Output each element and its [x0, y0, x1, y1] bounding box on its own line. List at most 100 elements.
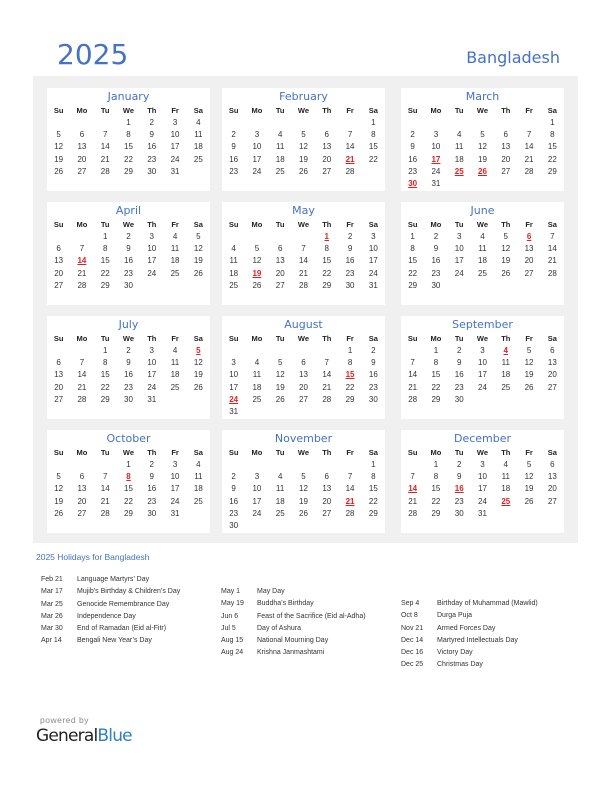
day-cell: 16 [229, 154, 239, 164]
brand-general: General [36, 726, 98, 746]
holiday-date: Mar 30 [41, 625, 63, 633]
day-cell: 24 [170, 496, 180, 506]
holiday-date: Nov 21 [401, 624, 424, 632]
day-cell: 22 [431, 496, 441, 506]
weekday-label: Mo [251, 448, 263, 457]
holiday-date: Aug 15 [221, 637, 244, 645]
day-cell: 18 [501, 484, 511, 494]
holiday-list-item: Feb 21 Language Martyrs’ Day [41, 574, 180, 586]
day-cell: 23 [454, 382, 464, 392]
day-cell: 7 [526, 130, 532, 140]
day-cell: 11 [194, 130, 203, 140]
day-cell: 4 [503, 460, 508, 469]
weekday-label: Mo [76, 220, 88, 229]
day-cell: 14 [299, 256, 308, 266]
empty-day-cell [292, 459, 315, 471]
day-cell: 10 [170, 130, 180, 140]
day-cell: 1 [371, 460, 376, 469]
day-cell: 4 [231, 244, 236, 254]
holiday-date: May 19 [221, 600, 244, 608]
empty-day-cell [245, 231, 268, 243]
day-cell: 3 [371, 232, 376, 241]
day-cell: 12 [478, 142, 487, 152]
day-cell: 8 [410, 244, 415, 254]
weekday-label: We [297, 448, 310, 457]
day-cell: 30 [124, 280, 133, 290]
day-cell: 6 [550, 346, 555, 355]
weekday-label: Su [53, 334, 64, 343]
day-cell: 23 [124, 268, 133, 278]
day-cell: 27 [54, 280, 64, 290]
day-cell: 17 [252, 496, 262, 506]
day-cell: 7 [102, 130, 108, 140]
day-cell: 7 [410, 472, 415, 482]
day-cell: 29 [124, 166, 133, 176]
day-cell: 29 [431, 394, 441, 404]
holiday-list-item: Mar 26 Independence Day [41, 611, 180, 623]
weekday-label: Th [501, 448, 511, 457]
day-cell: 17 [252, 154, 262, 164]
month-day-grid: Su Mo Tu We Th Fr Sa 1 2 3 4 5 6 7 8 9 10 11 12 13 14 15 16 17 1… [222, 218, 385, 292]
empty-day-cell [315, 117, 338, 129]
day-cell: 18 [478, 256, 487, 266]
day-cell: 27 [77, 508, 87, 518]
day-cell: 24 [147, 382, 157, 392]
empty-day-cell [401, 459, 424, 471]
weekday-label: Tu [275, 106, 285, 115]
day-cell: 15 [100, 370, 110, 380]
day-cell: 10 [454, 244, 464, 254]
generalblue-logo[interactable]: GeneralBlue [36, 726, 133, 746]
weekday-label: Fr [525, 220, 533, 229]
day-cell: 14 [345, 142, 355, 152]
month-panel-november: November Su Mo Tu We Th Fr Sa 1 2 3 4 5 6 7 8 9 10 11 12 13 1… [222, 430, 385, 533]
weekday-label: Fr [171, 448, 179, 457]
day-cell: 2 [149, 118, 154, 127]
holiday-list-item: Mar 30 End of Ramadan (Eid al-Fitr) [41, 623, 180, 635]
day-cell: 3 [231, 358, 236, 368]
day-cell: 23 [147, 496, 157, 506]
day-cell: 18 [275, 496, 285, 506]
day-cell: 9 [126, 358, 131, 368]
weekday-label: Tu [100, 334, 110, 343]
day-cell: 28 [547, 268, 557, 278]
day-cell: 24 [170, 154, 180, 164]
day-cell: 23 [345, 268, 355, 278]
holiday-name: Birthday of Muhammad (Mawlid) [437, 600, 538, 607]
month-panel-june: June Su Mo Tu We Th Fr Sa 1 2 3 4 5 6 7 8 9 10 11 12 13 14 15 1… [401, 202, 564, 305]
day-cell: 4 [196, 460, 201, 469]
day-cell: 1 [433, 346, 439, 355]
day-cell: 9 [410, 142, 415, 152]
day-cell: 11 [478, 244, 487, 254]
empty-day-cell [494, 117, 517, 129]
day-cell: 18 [501, 370, 511, 380]
day-cell: 7 [410, 358, 415, 368]
day-cell: 18 [170, 256, 180, 266]
day-cell: 8 [324, 244, 329, 254]
day-cell: 13 [54, 370, 64, 380]
holiday-name: Day of Ashura [257, 624, 301, 632]
holidays-title: 2025 Holidays for Bangladesh [36, 552, 150, 562]
day-cell: 9 [347, 244, 353, 254]
day-cell: 9 [126, 244, 131, 254]
day-cell: 26 [193, 382, 203, 392]
day-cell: 10 [252, 484, 262, 494]
day-cell: 18 [193, 484, 203, 494]
day-cell: 8 [371, 472, 376, 482]
day-cell: 9 [149, 472, 154, 482]
day-cell: 11 [276, 484, 285, 494]
weekday-label: Fr [525, 106, 533, 115]
holiday-list-item: Mar 17 Mujib’s Birthday & Children’s Day [41, 586, 180, 598]
day-cell: 15 [408, 256, 418, 266]
weekday-label: Sa [193, 106, 203, 115]
weekday-label: Th [322, 106, 332, 115]
holiday-day-cell: 5 [196, 346, 201, 355]
holiday-day-cell: 6 [526, 232, 532, 241]
day-cell: 15 [100, 256, 110, 266]
day-cell: 1 [550, 118, 555, 127]
day-cell: 3 [456, 232, 462, 241]
day-cell: 13 [501, 142, 511, 152]
day-cell: 4 [172, 232, 178, 241]
holiday-day-cell: 30 [408, 178, 418, 188]
holiday-name: Armed Forces Day [437, 624, 496, 632]
holiday-day-cell: 26 [478, 166, 487, 176]
